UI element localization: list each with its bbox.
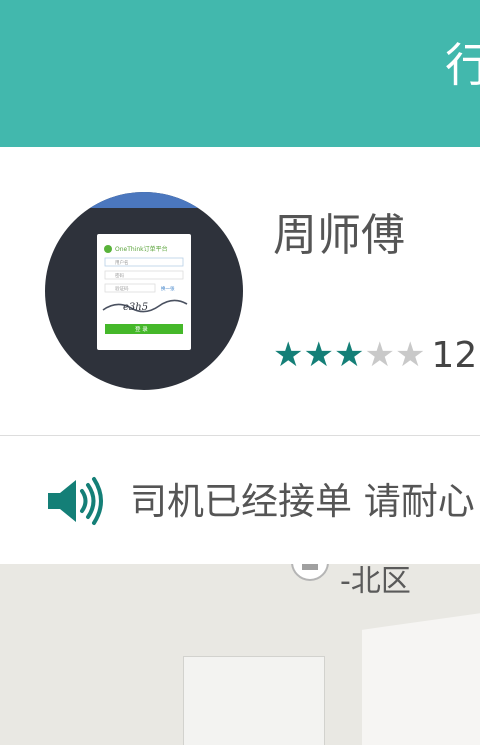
star-icon: ★ xyxy=(303,335,334,375)
star-icon: ★ xyxy=(364,335,395,375)
avatar-top-band xyxy=(45,192,243,208)
status-message: 司机已经接单 请耐心 xyxy=(130,480,475,523)
avatar-login-screenshot: OneThink订单平台 用户名 密码 验证码 换一张 e3h5 登 录 xyxy=(97,234,191,350)
star-icon: ★ xyxy=(394,335,426,375)
avatar-captcha-field: 验证码 xyxy=(115,285,129,292)
star-icon: ★ xyxy=(273,335,304,375)
avatar-submit-text: 登 录 xyxy=(135,325,148,333)
map-view[interactable]: -北区 xyxy=(0,564,480,745)
map-building xyxy=(183,656,325,745)
star-icon: ★ xyxy=(333,335,365,375)
avatar-password-field: 密码 xyxy=(115,272,124,279)
avatar-refresh-link: 换一张 xyxy=(161,285,175,292)
app-header: 行 xyxy=(0,0,480,147)
driver-name: 周师傅 xyxy=(273,210,405,261)
avatar-logo-icon xyxy=(104,245,112,253)
avatar-captcha-text: e3h5 xyxy=(123,302,148,313)
map-building xyxy=(362,610,480,745)
avatar-user-field: 用户名 xyxy=(115,259,129,266)
header-title: 行 xyxy=(445,38,480,92)
avatar-brand-text: OneThink订单平台 xyxy=(115,245,168,253)
map-poi-icon xyxy=(291,564,329,581)
driver-rating: ★ ★ ★ ★ ★ 12 xyxy=(273,334,478,376)
map-area-label: -北区 xyxy=(340,564,411,599)
driver-avatar[interactable]: OneThink订单平台 用户名 密码 验证码 换一张 e3h5 登 录 xyxy=(45,192,243,390)
speaker-icon[interactable] xyxy=(46,476,104,526)
rating-count: 12 xyxy=(431,334,478,376)
